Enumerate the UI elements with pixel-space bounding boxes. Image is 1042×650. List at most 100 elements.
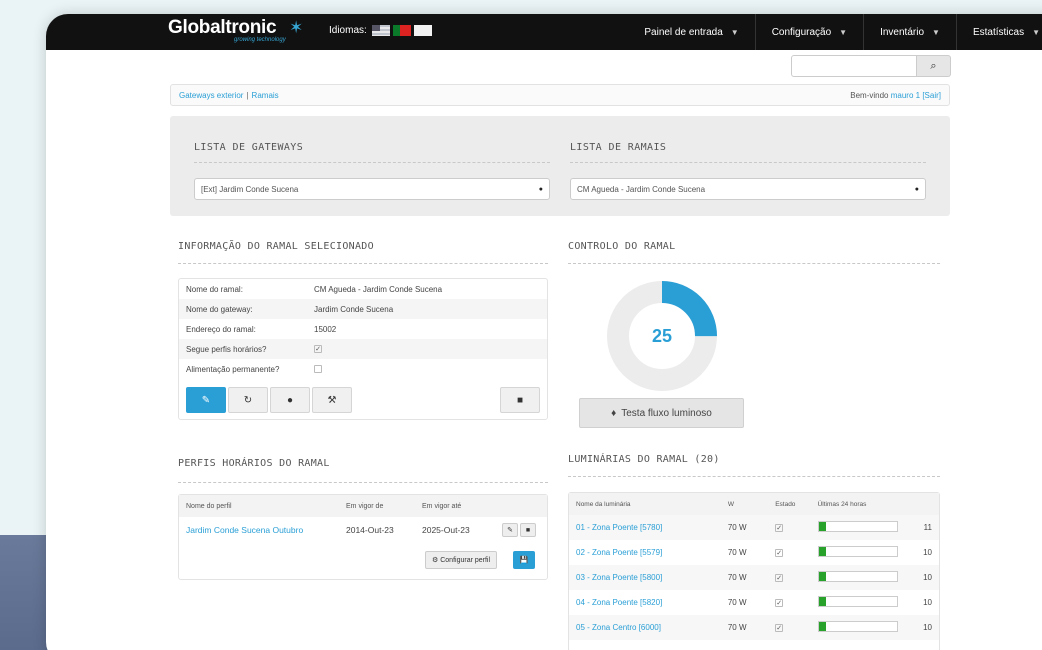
progress-fill <box>818 597 827 606</box>
search-input[interactable] <box>791 55 917 77</box>
progress-fill <box>818 547 827 556</box>
breadcrumb-gateways[interactable]: Gateways exterior <box>179 91 243 100</box>
col-header: W <box>727 500 734 508</box>
estado-checkbox: ✓ <box>775 524 784 532</box>
col-header: Nome da luminária <box>576 500 631 508</box>
configure-profile-button[interactable]: ⚙ Configurar perfil <box>425 551 498 569</box>
gateway-link[interactable]: Jardim Conde Sucena <box>314 305 393 314</box>
estado-checkbox: ✓ <box>775 624 784 632</box>
luminaria-link[interactable]: 01 - Zona Poente [5780] <box>576 523 728 532</box>
luminaria-link[interactable]: 03 - Zona Poente [5800] <box>576 573 728 582</box>
luminaria-watts: 70 W <box>727 623 747 632</box>
edit-button[interactable]: ✎ <box>186 387 226 413</box>
table-row: 05 - Zona Centro [6000] 70 W ✓ 10 <box>569 615 939 640</box>
info-key: Alimentação permanente? <box>186 364 280 374</box>
info-value: 15002 <box>314 324 337 334</box>
flag-pt-icon[interactable] <box>392 25 411 36</box>
table-row: 02 - Zona Poente [5579] 70 W ✓ 10 <box>569 540 939 565</box>
divider <box>570 162 926 163</box>
progress-bar <box>817 621 898 632</box>
lightbulb-icon: ♦ <box>611 407 617 419</box>
perfil-edit-button[interactable]: ✎ <box>502 523 518 537</box>
luminaria-value: 11 <box>923 523 932 532</box>
nav-estatisticas[interactable]: Estatísticas ▼ <box>955 14 1042 50</box>
col-header: Em vigor de <box>346 502 384 510</box>
logout-link[interactable]: [Sair] <box>922 91 941 100</box>
luminaria-watts: 70 W <box>727 523 747 532</box>
tools-button[interactable]: ⚒ <box>312 387 352 413</box>
info-key: Endereço do ramal: <box>186 324 256 334</box>
wrench-icon: ⚒ <box>327 394 337 406</box>
luminarias-rows: 01 - Zona Poente [5780] 70 W ✓ 11 02 - Z… <box>569 515 939 640</box>
logo[interactable]: Globaltronic <box>168 17 277 39</box>
perfil-from: 2014-Out-23 <box>346 525 394 535</box>
gateways-list-title: LISTA DE GATEWAYS <box>194 142 304 153</box>
caret-down-icon: ▼ <box>730 27 739 37</box>
test-flux-button[interactable]: ♦ Testa fluxo luminoso <box>579 398 744 428</box>
info-value: CM Agueda - Jardim Conde Sucena <box>314 284 443 294</box>
flag-en-icon[interactable] <box>371 25 390 36</box>
gateways-panel: LISTA DE GATEWAYS LISTA DE RAMAIS [Ext] … <box>170 116 950 216</box>
gear-icon: ⚙ <box>432 557 439 564</box>
col-header: Em vigor até <box>422 502 462 510</box>
info-key: Nome do ramal: <box>186 284 243 294</box>
welcome-prefix: Bem-vindo <box>850 90 889 100</box>
col-header: Últimas 24 horas <box>817 500 867 508</box>
perfis-checkbox[interactable]: ✓ <box>314 345 322 353</box>
progress-bar <box>817 596 898 607</box>
perfis-section-title: PERFIS HORÁRIOS DO RAMAL <box>178 458 330 469</box>
delete-button[interactable]: ■ <box>500 387 540 413</box>
nav-configuracao[interactable]: Configuração ▼ <box>754 14 863 50</box>
edit-icon: ✎ <box>201 394 211 406</box>
divider <box>568 263 940 264</box>
progress-fill <box>818 622 827 631</box>
nav-label: Estatísticas <box>972 26 1025 38</box>
table-row: 03 - Zona Poente [5800] 70 W ✓ 10 <box>569 565 939 590</box>
estado-checkbox: ✓ <box>775 549 784 557</box>
luminaria-link[interactable]: 02 - Zona Poente [5579] <box>576 548 728 557</box>
luminaria-estado: ✓ <box>775 548 817 557</box>
perfil-link[interactable]: Jardim Conde Sucena Outubro <box>186 525 346 535</box>
nav-inventario[interactable]: Inventário ▼ <box>863 14 956 50</box>
user-link[interactable]: mauro 1 <box>891 91 920 100</box>
alimentacao-checkbox[interactable] <box>314 365 322 373</box>
nav-painel-entrada[interactable]: Painel de entrada ▼ <box>628 14 754 50</box>
caret-down-icon: ▼ <box>932 27 940 37</box>
perfil-delete-button[interactable]: ■ <box>520 523 536 537</box>
info-row-nome-ramal: Nome do ramal: CM Agueda - Jardim Conde S… <box>179 279 547 299</box>
breadcrumb-separator: | <box>246 90 249 100</box>
progress-bar <box>817 546 898 557</box>
luminaria-24h-bar <box>817 521 913 534</box>
ramal-select[interactable]: CM Agueda - Jardim Conde Sucena ● <box>570 178 926 200</box>
luminaria-value: 10 <box>923 598 932 607</box>
save-icon: 💾 <box>519 557 529 564</box>
nav-label: Inventário <box>880 26 925 38</box>
progress-fill <box>818 522 827 531</box>
gateway-select-value: [Ext] Jardim Conde Sucena <box>201 184 299 194</box>
logo-star-icon: ✶ <box>289 18 304 37</box>
breadcrumb-ramais[interactable]: Ramais <box>252 91 279 100</box>
luminaria-24h-bar <box>817 621 913 634</box>
info-row-nome-gateway: Nome do gateway: Jardim Conde Sucena <box>179 299 547 319</box>
top-navbar: Globaltronic growing technology ✶ Idioma… <box>46 14 1042 50</box>
flag-other-icon[interactable] <box>413 25 432 36</box>
luminaria-24h-bar <box>817 571 913 584</box>
luminarias-table: Nome da luminária W Estado Últimas 24 ho… <box>568 492 940 650</box>
refresh-button[interactable]: ↻ <box>228 387 268 413</box>
status-button[interactable]: ● <box>270 387 310 413</box>
luminaria-estado: ✓ <box>775 623 817 632</box>
table-row: 01 - Zona Poente [5780] 70 W ✓ 11 <box>569 515 939 540</box>
donut-value: 25 <box>651 325 673 346</box>
luminaria-24h-bar <box>817 596 913 609</box>
perfil-to: 2025-Out-23 <box>422 525 470 535</box>
search-button[interactable]: ⌕ <box>917 55 951 77</box>
divider <box>178 482 548 483</box>
gateway-select[interactable]: [Ext] Jardim Conde Sucena ● <box>194 178 550 200</box>
test-flux-label: Testa fluxo luminoso <box>621 407 712 419</box>
luminaria-watts: 70 W <box>727 598 747 607</box>
nav-label: Configuração <box>771 26 832 38</box>
caret-down-icon: ▼ <box>1032 27 1040 37</box>
luminaria-link[interactable]: 04 - Zona Poente [5820] <box>576 598 728 607</box>
luminaria-link[interactable]: 05 - Zona Centro [6000] <box>576 623 728 632</box>
save-button[interactable]: 💾 <box>513 551 535 569</box>
